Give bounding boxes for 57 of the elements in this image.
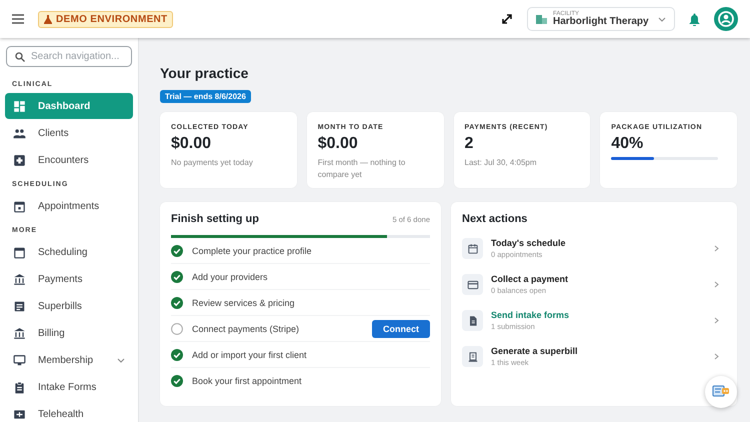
chevron-right-icon (713, 245, 720, 252)
chevron-down-icon[interactable] (117, 356, 125, 364)
nav-item[interactable]: Scheduling (5, 239, 133, 265)
menu-icon[interactable] (12, 14, 24, 24)
chevron-right-icon (713, 353, 720, 360)
notification-bell-icon[interactable] (689, 12, 700, 26)
chevron-right-icon (713, 317, 720, 324)
nav-item[interactable]: Encounters (5, 147, 133, 173)
search-field[interactable]: Search navigation... (6, 46, 132, 67)
stat-note: No payments yet today (171, 157, 254, 169)
calendar-icon (13, 246, 26, 258)
panel-title: Finish setting up (171, 213, 259, 225)
clipboard-icon (13, 380, 26, 394)
chevron-right-icon (713, 281, 720, 288)
medical-cross-icon (13, 154, 26, 166)
task-label: Add or import your first client (192, 350, 308, 360)
calendar-icon (462, 238, 483, 259)
demo-environment-badge: DEMO ENVIRONMENT (38, 10, 174, 28)
stat-value: 2 (464, 135, 474, 153)
task-label: Connect payments (Stripe) (192, 324, 300, 334)
connect-button[interactable]: Connect (372, 320, 430, 338)
document-icon (462, 310, 483, 331)
bank-icon (13, 326, 26, 340)
nav-item[interactable]: Membership (5, 347, 133, 373)
building-icon (536, 14, 547, 24)
nav-item[interactable]: Appointments (5, 193, 133, 219)
task-label: Book your first appointment (192, 376, 303, 386)
monitor-icon (13, 354, 26, 366)
stat-note: First month — nothing to compare yet (318, 157, 406, 180)
task-label: Review services & pricing (192, 298, 296, 308)
chevron-down-icon (658, 15, 666, 23)
credit-card-icon (462, 274, 483, 295)
task-label: Complete your practice profile (192, 246, 313, 256)
user-avatar-icon[interactable] (714, 7, 738, 31)
document-icon (13, 300, 26, 312)
stat-note: Last: Jul 30, 4:05pm (464, 157, 538, 169)
receipt-icon (462, 346, 483, 367)
page-title: Your practice (160, 65, 250, 81)
nav-item[interactable]: Clients (5, 120, 133, 146)
task-label: Add your providers (192, 272, 269, 282)
nav-item[interactable]: Dashboard (5, 93, 133, 119)
nav-item[interactable]: Telehealth (5, 401, 133, 422)
nav-item[interactable]: Intake Forms (5, 374, 133, 400)
calendar-icon (13, 200, 26, 212)
stat-value: $0.00 (318, 135, 359, 153)
people-icon (13, 126, 26, 140)
panel-title: Next actions (462, 213, 528, 225)
nav-item[interactable]: Billing (5, 320, 133, 346)
stat-value: $0.00 (171, 135, 212, 153)
stat-value: 40% (611, 135, 644, 153)
expand-icon[interactable] (501, 13, 513, 25)
trial-badge: Trial — ends 8/6/2026 (160, 90, 251, 103)
search-icon (15, 52, 25, 62)
nav-item[interactable]: Payments (5, 266, 133, 292)
nav-item[interactable]: Superbills (5, 293, 133, 319)
dashboard-grid-icon (13, 100, 26, 112)
bank-icon (13, 272, 26, 286)
